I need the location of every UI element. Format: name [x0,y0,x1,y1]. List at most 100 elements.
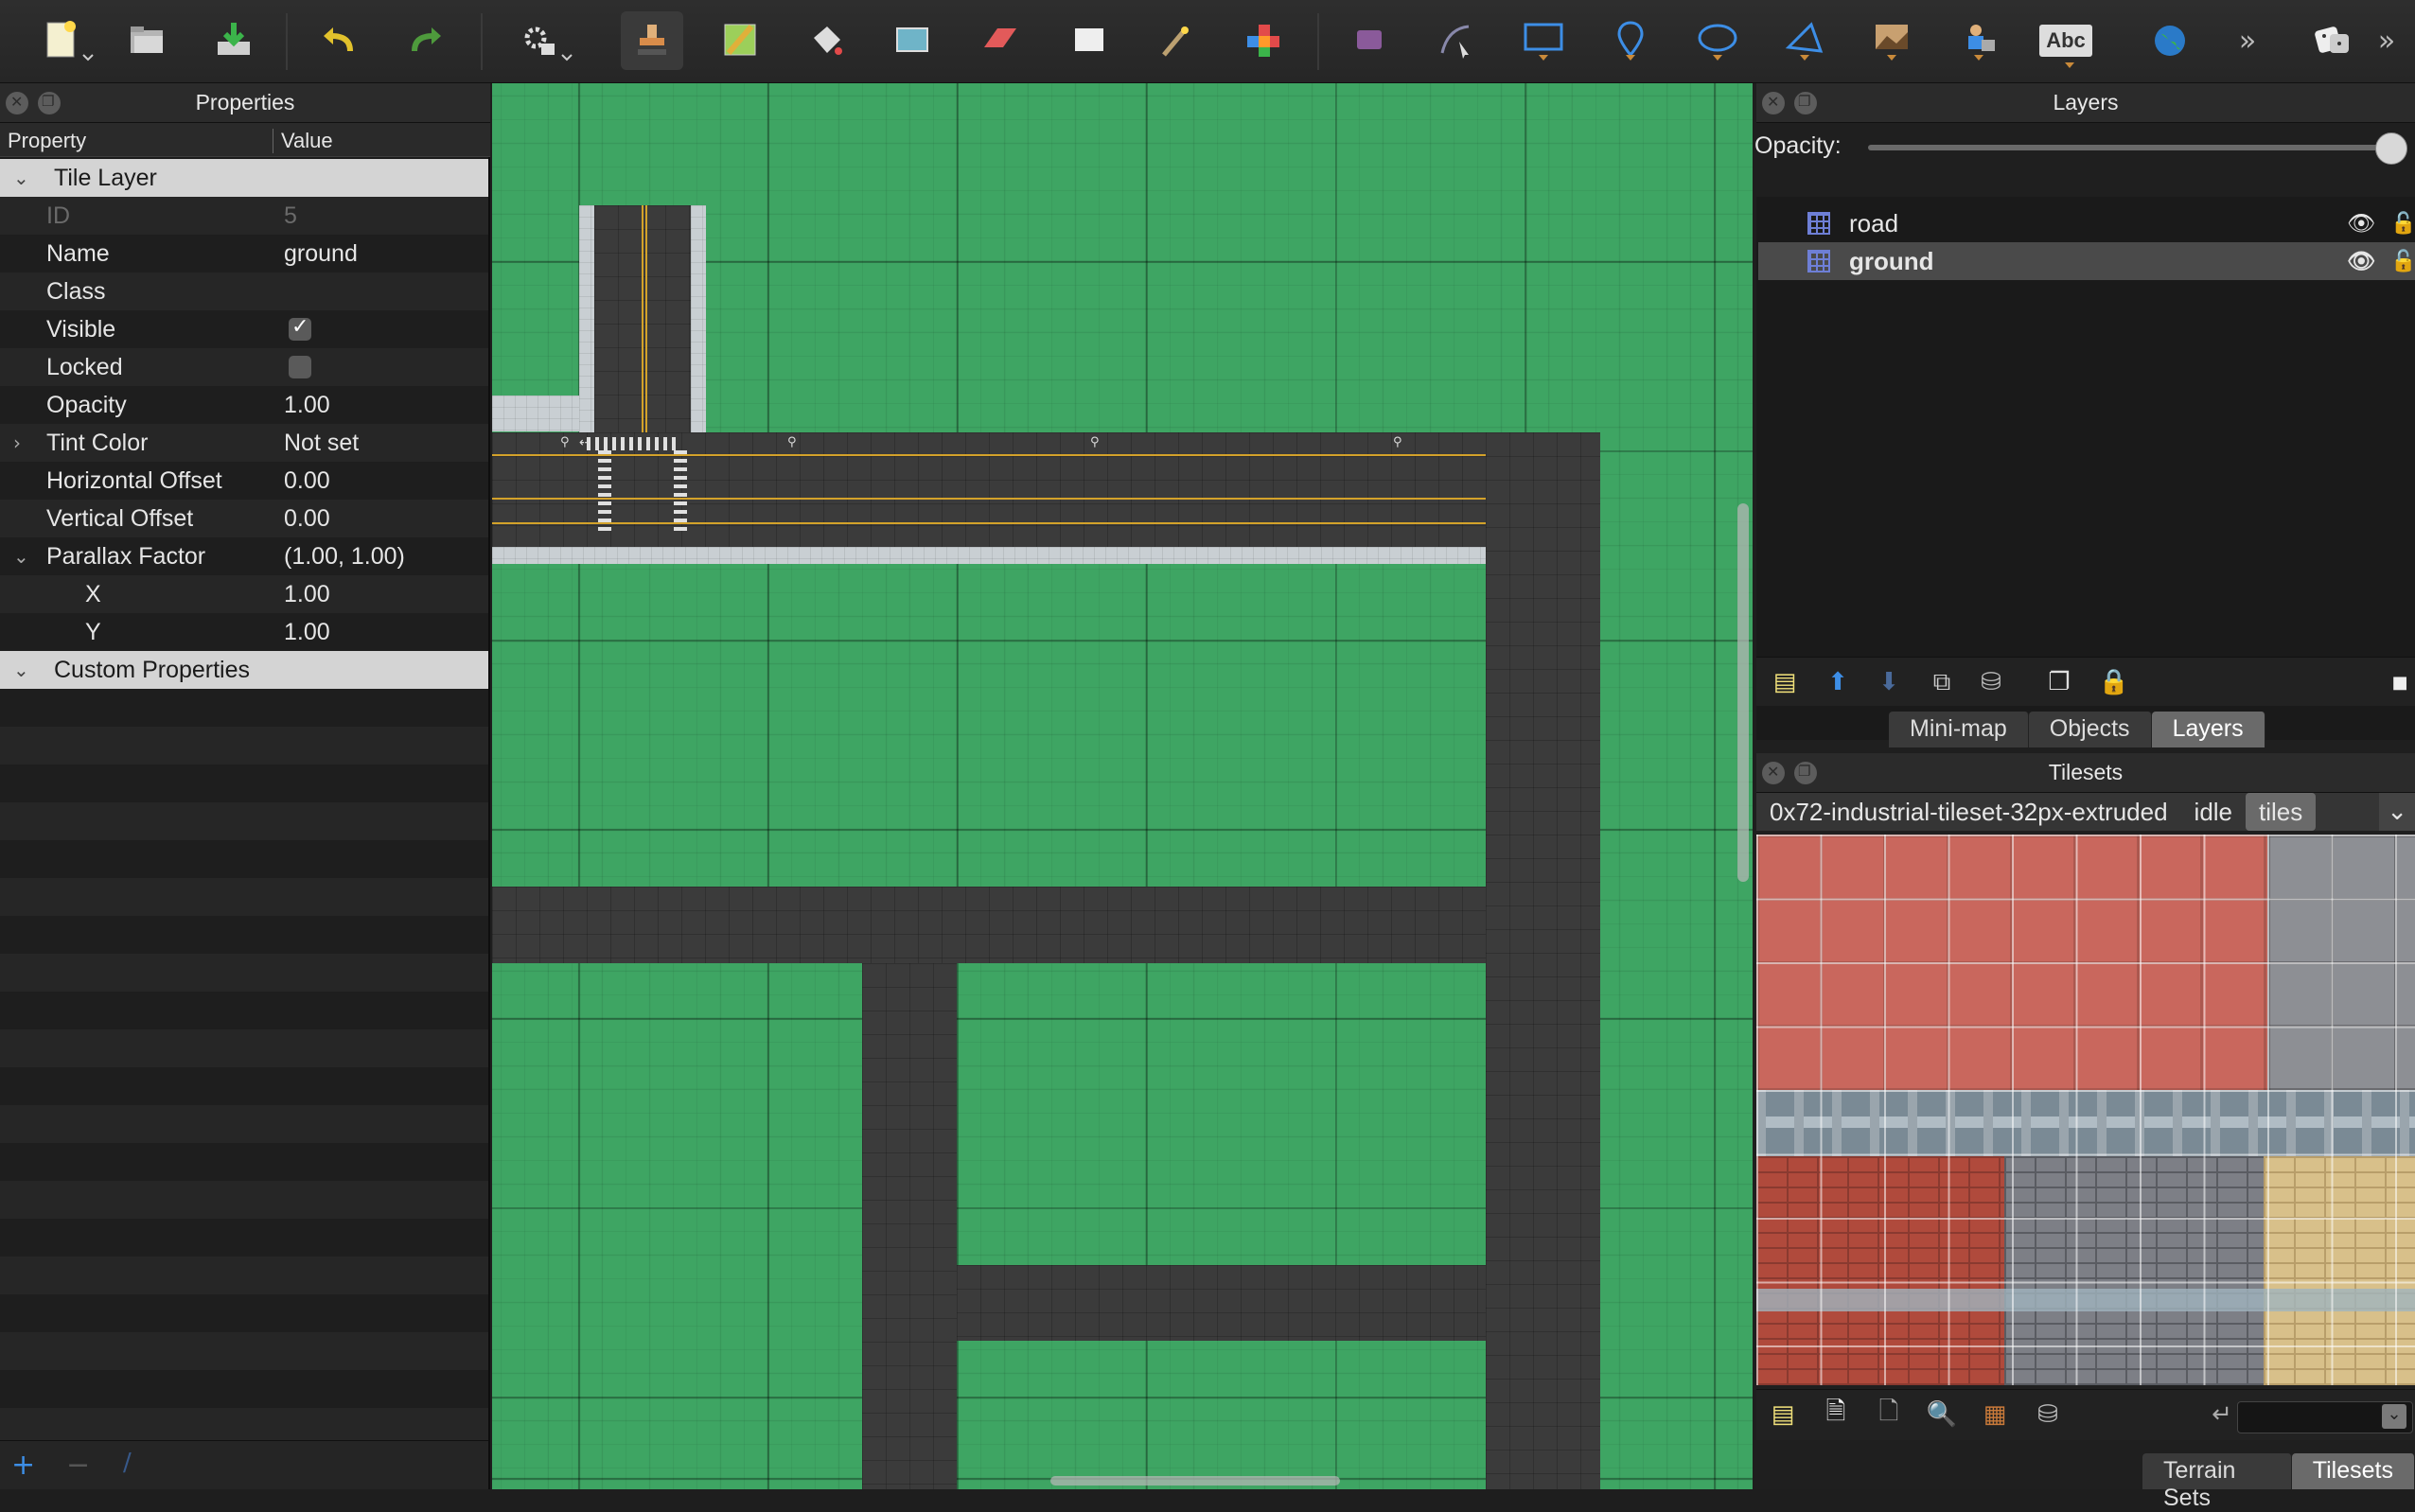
close-panel-icon[interactable] [6,92,28,114]
lock-icon[interactable]: 🔓 [2390,250,2415,273]
opacity-slider-handle[interactable] [2375,132,2407,165]
remove-layer-icon[interactable]: ⛁ [1972,663,2010,701]
tab-tileset-idle[interactable]: idle [2181,793,2246,831]
rectangular-select-icon[interactable] [1058,11,1120,70]
raise-layer-icon[interactable]: ⬆ [1819,663,1857,701]
prop-row-class[interactable]: Class [0,273,488,310]
horizontal-offset-value[interactable]: 0.00 [284,467,330,495]
edit-polygons-icon[interactable] [1425,11,1488,70]
tileset-view[interactable] [1756,835,2415,1385]
tab-tilesets[interactable]: Tilesets [2291,1453,2415,1489]
insert-point-icon[interactable] [1599,11,1662,70]
opacity-slider[interactable] [1868,132,2407,165]
parallax-x-value[interactable]: 1.00 [284,581,330,608]
toolbar-overflow-icon[interactable]: » [2368,11,2406,70]
prop-row-parallax-y[interactable]: Y 1.00 [0,613,488,651]
float-panel-icon[interactable] [1794,92,1817,114]
prop-row-name[interactable]: Name ground [0,235,488,273]
horizontal-scrollbar[interactable] [1050,1476,1340,1486]
lock-layer-icon[interactable]: 🔒 [2095,663,2133,701]
chevron-down-icon[interactable]: ⌄ [13,545,29,568]
tint-color-value[interactable]: Not set [284,430,359,457]
tab-tileset-industrial[interactable]: 0x72-industrial-tileset-32px-extruded [1756,793,2181,831]
undo-icon[interactable] [307,11,369,70]
tileset-terrain-icon[interactable]: ▦ [1976,1396,2014,1433]
chevron-right-icon[interactable]: › [13,431,21,454]
lock-icon[interactable]: 🔓 [2390,212,2415,236]
stamp-brush-icon[interactable] [621,11,683,70]
map-canvas[interactable]: ⇠ ⚲ ⚲ ⚲ ⚲ [492,83,1753,1489]
new-map-icon[interactable] [28,11,94,70]
prop-row-tint-color[interactable]: › Tint Color Not set [0,424,488,462]
shape-fill-icon[interactable] [882,11,944,70]
prop-row-visible[interactable]: Visible [0,310,488,348]
eye-icon[interactable]: 👁 [2347,248,2375,274]
new-layer-icon[interactable]: ▤ [1766,663,1804,701]
vertical-offset-value[interactable]: 0.00 [284,505,330,533]
parallax-factor-value[interactable]: (1.00, 1.00) [284,543,405,571]
float-panel-icon[interactable] [38,92,61,114]
float-panel-icon[interactable] [1794,762,1817,784]
prop-row-locked[interactable]: Locked [0,348,488,386]
panel-options-icon[interactable]: ■ [2381,663,2415,701]
open-icon[interactable] [115,11,178,70]
magic-wand-icon[interactable] [1145,11,1208,70]
layer-item-ground[interactable]: ground 👁 🔓 [1758,242,2415,280]
select-same-tile-icon[interactable] [1232,11,1295,70]
insert-polygon-icon[interactable] [1773,11,1836,70]
show-other-layers-icon[interactable]: ❐ [2040,663,2078,701]
eye-icon[interactable]: 👁 [2347,210,2375,237]
layer-item-road[interactable]: road 👁 🔓 [1758,204,2415,242]
close-panel-icon[interactable] [1762,92,1785,114]
section-custom-properties[interactable]: ⌄ Custom Properties [0,651,488,689]
section-tile-layer[interactable]: ⌄ Tile Layer [0,159,488,197]
terrain-brush-icon[interactable] [710,11,772,70]
embed-tileset-icon[interactable]: 🗎 [1817,1396,1855,1433]
tileset-dropdown-icon[interactable]: ⌄ [2379,793,2415,831]
vertical-scrollbar[interactable] [1737,503,1749,882]
automapping-icon[interactable] [507,11,573,70]
column-value[interactable]: Value [273,129,333,153]
eraser-icon[interactable] [969,11,1031,70]
duplicate-layer-icon[interactable]: ⧉ [1923,663,1961,701]
export-tileset-icon[interactable]: 🗋 [1870,1396,1908,1433]
insert-tile-icon[interactable] [1860,11,1923,70]
chevron-down-icon[interactable]: ⌄ [2382,1404,2406,1429]
tab-tileset-tiles[interactable]: tiles [2246,793,2317,831]
prop-row-vertical-offset[interactable]: Vertical Offset 0.00 [0,500,488,537]
lower-layer-icon[interactable]: ⬇ [1870,663,1908,701]
world-tool-icon[interactable] [2139,11,2201,70]
prop-row-horizontal-offset[interactable]: Horizontal Offset 0.00 [0,462,488,500]
edit-tileset-icon[interactable]: 🔍 [1923,1396,1961,1433]
opacity-value[interactable]: 1.00 [284,392,330,419]
close-panel-icon[interactable] [1762,762,1785,784]
remove-tileset-icon[interactable]: ⛁ [2029,1396,2067,1433]
prop-row-opacity[interactable]: Opacity 1.00 [0,386,488,424]
tab-layers[interactable]: Layers [2151,712,2265,747]
locked-checkbox[interactable] [289,356,311,378]
remove-property-icon[interactable]: − [66,1449,90,1482]
random-mode-icon[interactable] [2300,11,2362,70]
column-property[interactable]: Property [8,129,86,153]
insert-rectangle-icon[interactable] [1512,11,1575,70]
insert-ellipse-icon[interactable] [1686,11,1749,70]
tab-terrain-sets[interactable]: Terrain Sets [2142,1453,2292,1511]
visible-checkbox[interactable] [289,315,311,341]
bucket-fill-icon[interactable] [795,11,857,70]
redo-icon[interactable] [396,11,458,70]
tab-mini-map[interactable]: Mini-map [1889,712,2029,747]
prop-row-parallax-factor[interactable]: ⌄ Parallax Factor (1.00, 1.00) [0,537,488,575]
zoom-select[interactable]: ⌄ [2237,1401,2413,1433]
dynamic-wrapping-icon[interactable]: ↵ [2203,1396,2241,1433]
new-tileset-icon[interactable]: ▤ [1764,1396,1802,1433]
parallax-y-value[interactable]: 1.00 [284,619,330,646]
insert-text-icon[interactable]: Abc [2035,11,2097,70]
tab-objects[interactable]: Objects [2028,712,2152,747]
more-tools-icon[interactable]: » [2216,11,2279,70]
prop-row-parallax-x[interactable]: X 1.00 [0,575,488,613]
add-property-icon[interactable]: + [11,1449,35,1482]
rename-property-icon[interactable]: / [123,1449,132,1477]
name-value[interactable]: ground [284,240,358,268]
save-icon[interactable] [203,11,265,70]
select-objects-icon[interactable] [1338,11,1401,70]
